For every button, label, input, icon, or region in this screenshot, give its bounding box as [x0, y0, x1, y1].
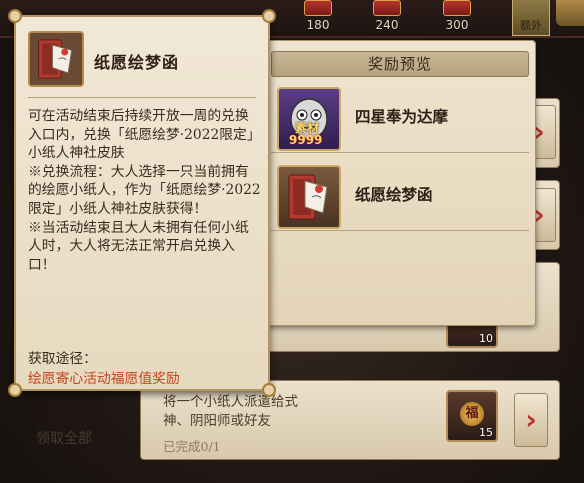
material-count: 9999 — [289, 133, 323, 147]
task-progress: 已完成0/1 — [163, 439, 221, 454]
letter-box-icon — [277, 165, 341, 229]
divider — [271, 230, 529, 231]
side-tab-icon[interactable] — [556, 0, 584, 26]
reward-preview-panel: 奖励预览 素材 9999 四星奉为达摩 纸愿绘梦函 — [262, 40, 536, 326]
reward-name: 四星奉为达摩 — [355, 107, 449, 126]
tooltip-title: 纸愿绘梦函 — [94, 53, 180, 72]
milestone-240[interactable]: 240 — [365, 0, 409, 38]
item-quantity: 10 — [479, 332, 493, 345]
milestone-label: 240 — [375, 18, 399, 32]
chevron-right-icon: › — [525, 403, 537, 436]
task-go-button[interactable]: › — [514, 393, 548, 447]
tooltip-description: 可在活动结束后持续开放一周的兑换入口内，兑换「纸愿绘梦·2022限定」小纸人神社… — [28, 108, 261, 273]
chest-icon — [304, 0, 332, 16]
claim-all-label[interactable]: 领取全部 — [36, 428, 92, 448]
corner-ornament-icon — [262, 9, 276, 23]
letter-box-icon — [28, 31, 84, 87]
source-label: 获取途径： — [28, 351, 97, 367]
task-reward-item[interactable]: 福 15 — [446, 390, 498, 442]
item-quantity: 15 — [479, 426, 493, 439]
reward-row[interactable]: 纸愿绘梦函 — [271, 161, 529, 231]
game-screen: 180 240 300 额外 › › 10 将一个小纸人派遣给式 神、阴阳师或好… — [0, 0, 584, 483]
extra-reward-tab[interactable]: 额外 — [512, 0, 550, 36]
reward-preview-title: 奖励预览 — [271, 51, 529, 77]
divider — [28, 97, 256, 98]
item-tooltip: 纸愿绘梦函 可在活动结束后持续开放一周的兑换入口内，兑换「纸愿绘梦·2022限定… — [8, 9, 276, 397]
chest-icon — [373, 0, 401, 16]
reward-name: 纸愿绘梦函 — [355, 185, 433, 204]
milestone-label: 300 — [445, 18, 469, 32]
divider — [271, 152, 529, 153]
corner-ornament-icon — [262, 383, 276, 397]
reward-row[interactable]: 素材 9999 四星奉为达摩 — [271, 83, 529, 153]
chest-icon — [443, 0, 471, 16]
task-description: 将一个小纸人派遣给式 神、阴阳师或好友 — [163, 394, 298, 429]
milestone-180[interactable]: 180 — [296, 0, 340, 38]
fortune-icon: 福 — [460, 402, 484, 426]
daruma-icon: 素材 9999 — [277, 87, 341, 151]
corner-ornament-icon — [8, 383, 22, 397]
source-text: 绘愿寄心活动福愿值奖励 — [28, 371, 180, 387]
milestone-label: 180 — [306, 18, 330, 32]
milestone-300[interactable]: 300 — [435, 0, 479, 38]
corner-ornament-icon — [8, 9, 22, 23]
